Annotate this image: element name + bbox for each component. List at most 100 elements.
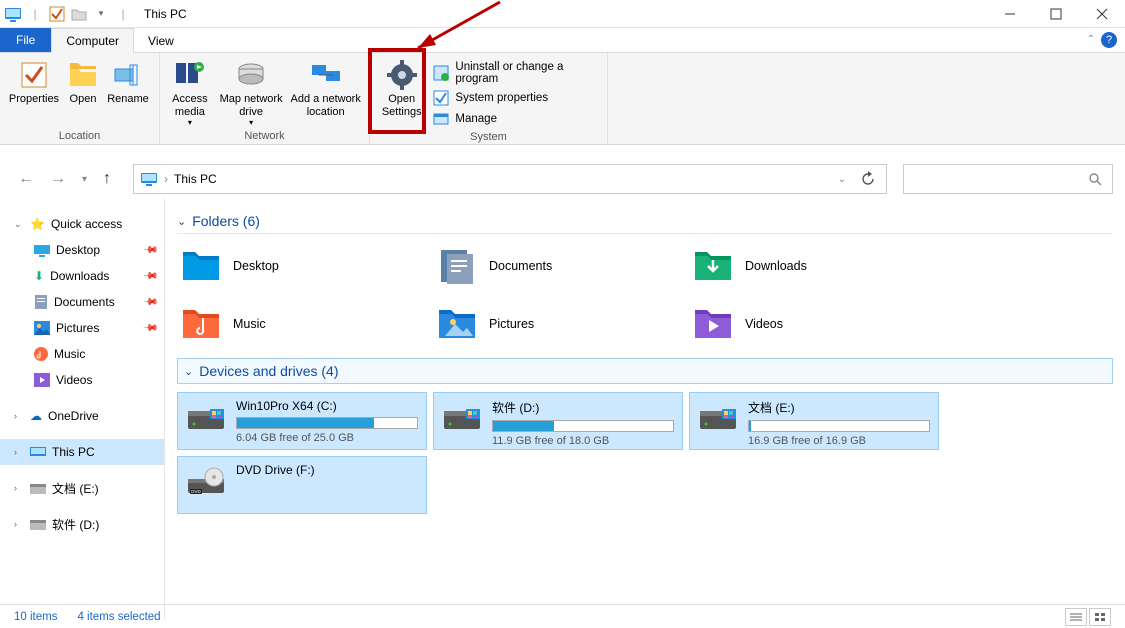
pin-icon: 📌 (141, 294, 158, 311)
drive-item[interactable]: 文档 (E:)16.9 GB free of 16.9 GB (689, 392, 939, 450)
tree-drive-e[interactable]: ›文档 (E:) (0, 475, 164, 501)
sysprops-icon (433, 90, 449, 106)
minimize-button[interactable] (987, 0, 1033, 28)
documents-icon (34, 294, 48, 310)
nav-tree: ⌄ ⭐ Quick access Desktop📌 ⬇Downloads📌 Do… (0, 199, 165, 619)
videos-icon (34, 373, 50, 387)
rename-icon (112, 59, 144, 91)
pin-icon: 📌 (141, 242, 158, 259)
folder-item[interactable]: Music (177, 300, 427, 348)
tab-computer[interactable]: Computer (51, 28, 134, 53)
qat-divider: | (114, 5, 132, 23)
chevron-right-icon[interactable]: › (14, 447, 24, 457)
up-button[interactable]: ↑ (103, 170, 111, 188)
back-button[interactable]: ← (18, 170, 34, 188)
properties-button[interactable]: Properties (6, 57, 62, 106)
tree-music[interactable]: Music (0, 341, 164, 367)
address-dropdown-icon[interactable]: ⌄ (838, 174, 846, 185)
folder-item[interactable]: Downloads (689, 242, 939, 290)
qat-folder-icon[interactable] (70, 5, 88, 23)
map-drive-icon (235, 59, 267, 91)
breadcrumb-this-pc[interactable]: This PC (174, 172, 217, 186)
ribbon-tabs: File Computer View ⌃ ? (0, 28, 1125, 53)
rename-button[interactable]: Rename (104, 57, 152, 106)
close-button[interactable] (1079, 0, 1125, 28)
drive-name: DVD Drive (F:) (236, 463, 418, 477)
uninstall-button[interactable]: Uninstall or change a program (433, 61, 595, 85)
folder-name: Documents (489, 259, 552, 273)
tree-downloads[interactable]: ⬇Downloads📌 (0, 263, 164, 289)
cloud-icon: ☁ (30, 409, 42, 423)
tree-documents[interactable]: Documents📌 (0, 289, 164, 315)
chevron-down-icon[interactable]: ⌄ (14, 219, 24, 230)
chevron-right-icon[interactable]: › (14, 411, 24, 421)
folder-name: Pictures (489, 317, 534, 331)
disk-drive-icon (442, 403, 482, 433)
tree-this-pc[interactable]: ›This PC (0, 439, 164, 465)
tree-drive-d[interactable]: ›软件 (D:) (0, 511, 164, 537)
window-title: This PC (144, 7, 187, 21)
forward-button[interactable]: → (50, 170, 66, 188)
folder-item[interactable]: Videos (689, 300, 939, 348)
folder-item[interactable]: Pictures (433, 300, 683, 348)
chevron-right-icon[interactable]: › (14, 519, 24, 529)
tree-videos[interactable]: Videos (0, 367, 164, 393)
uninstall-icon (433, 65, 449, 81)
open-button[interactable]: Open (62, 57, 104, 106)
search-icon (1088, 172, 1102, 186)
pictures-icon (34, 321, 50, 335)
this-pc-icon (140, 170, 158, 188)
title-bar: | ▾ | This PC (0, 0, 1125, 28)
details-view-toggle[interactable] (1065, 608, 1087, 626)
this-pc-icon (30, 445, 46, 459)
chevron-down-icon: ⌄ (184, 365, 193, 378)
history-dropdown[interactable]: ▾ (82, 174, 87, 185)
drive-item[interactable]: 软件 (D:) 11.9 GB free of 18.0 GB (433, 392, 683, 450)
folder-name: Downloads (745, 259, 807, 273)
tree-quick-access[interactable]: ⌄ ⭐ Quick access (0, 211, 164, 237)
folder-icon (693, 248, 733, 284)
search-box[interactable] (903, 164, 1113, 194)
breadcrumb-chevron-icon[interactable]: › (164, 172, 168, 186)
icons-view-toggle[interactable] (1089, 608, 1111, 626)
collapse-ribbon-icon[interactable]: ⌃ (1087, 34, 1095, 45)
group-location-label: Location (0, 130, 159, 144)
access-media-button[interactable]: Access media▾ (166, 57, 214, 127)
drive-capacity-bar (748, 420, 930, 432)
folder-item[interactable]: Documents (433, 242, 683, 290)
tab-view[interactable]: View (134, 28, 188, 52)
drive-free-text: 11.9 GB free of 18.0 GB (492, 435, 674, 447)
system-properties-button[interactable]: System properties (433, 90, 595, 106)
folder-name: Desktop (233, 259, 279, 273)
drive-item[interactable]: DVDDVD Drive (F:) (177, 456, 427, 514)
desktop-icon (34, 243, 50, 257)
refresh-icon[interactable] (860, 171, 876, 187)
drive-name: Win10Pro X64 (C:) (236, 399, 418, 413)
help-icon[interactable]: ? (1101, 32, 1117, 48)
maximize-button[interactable] (1033, 0, 1079, 28)
drive-capacity-bar (492, 420, 674, 432)
tree-desktop[interactable]: Desktop📌 (0, 237, 164, 263)
address-bar[interactable]: › This PC ⌄ (133, 164, 887, 194)
folders-section-header[interactable]: ⌄ Folders (6) (177, 209, 1113, 234)
gear-icon (386, 59, 418, 91)
folder-item[interactable]: Desktop (177, 242, 427, 290)
tree-onedrive[interactable]: ›☁OneDrive (0, 403, 164, 429)
tab-file[interactable]: File (0, 28, 51, 52)
chevron-right-icon[interactable]: › (14, 483, 24, 493)
tree-pictures[interactable]: Pictures📌 (0, 315, 164, 341)
add-location-button[interactable]: Add a network location (288, 57, 363, 118)
music-icon (34, 347, 48, 361)
devices-section-header[interactable]: ⌄ Devices and drives (4) (177, 358, 1113, 384)
manage-button[interactable]: Manage (433, 111, 595, 127)
qat-divider: | (26, 5, 44, 23)
qat-dropdown-icon[interactable]: ▾ (92, 5, 110, 23)
drive-item[interactable]: Win10Pro X64 (C:)6.04 GB free of 25.0 GB (177, 392, 427, 450)
map-drive-button[interactable]: Map network drive▾ (214, 57, 289, 127)
folder-name: Music (233, 317, 266, 331)
drive-name: 软件 (D:) (492, 399, 674, 416)
drive-free-text: 16.9 GB free of 16.9 GB (748, 435, 930, 447)
app-icon (4, 5, 22, 23)
open-settings-button[interactable]: Open Settings (376, 57, 427, 118)
qat-check-icon[interactable] (48, 5, 66, 23)
